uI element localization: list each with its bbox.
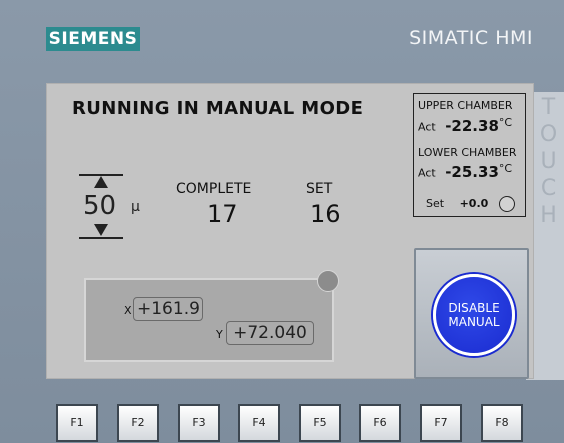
thickness-value[interactable]: 50 [83,191,116,221]
lower-act-label: Act [418,166,436,180]
arrow-up-icon [94,176,108,188]
y-position-field[interactable]: +72.040 [226,321,314,345]
upper-unit: °C [498,116,513,129]
upper-chamber-reading: Act -22.38°C [418,116,512,135]
position-knob-icon[interactable] [317,270,339,292]
disable-manual-line2: MANUAL [448,315,500,329]
lower-chamber-reading: Act -25.33°C [418,162,512,181]
chamber-set-value[interactable]: +0.0 [460,197,489,210]
f7-key[interactable]: F7 [420,404,462,442]
disable-manual-button[interactable]: DISABLE MANUAL [433,274,515,356]
complete-value: 17 [207,200,238,228]
f2-key[interactable]: F2 [117,404,159,442]
lower-chamber-label: LOWER CHAMBER [418,146,517,159]
chamber-panel: UPPER CHAMBER Act -22.38°C LOWER CHAMBER… [413,93,526,217]
thickness-bottom-bar [79,237,123,239]
set-value[interactable]: 16 [310,200,341,228]
chamber-status-indicator[interactable] [499,196,515,212]
product-title: SIMATIC HMI [409,27,533,49]
set-label: SET [306,181,333,197]
x-label: X [124,304,132,317]
mode-title: RUNNING IN MANUAL MODE [72,98,364,119]
disable-manual-line1: DISABLE [448,301,500,315]
thickness-unit: μ [131,199,140,215]
complete-label: COMPLETE [176,181,252,197]
f6-key[interactable]: F6 [359,404,401,442]
f1-key[interactable]: F1 [56,404,98,442]
upper-act-label: Act [418,120,436,134]
chamber-set-label: Set [426,197,445,210]
hmi-screen: RUNNING IN MANUAL MODE 50 μ COMPLETE 17 … [46,83,534,379]
x-position-field[interactable]: +161.9 [133,297,203,321]
lower-act-value: -25.33 [445,162,499,181]
siemens-logo: SIEMENS [46,27,140,51]
f3-key[interactable]: F3 [178,404,220,442]
disable-manual-frame: DISABLE MANUAL [414,248,529,379]
lower-unit: °C [498,162,513,175]
f4-key[interactable]: F4 [238,404,280,442]
arrow-down-icon [94,224,108,236]
upper-chamber-label: UPPER CHAMBER [418,99,513,112]
upper-act-value: -22.38 [445,116,499,135]
f8-key[interactable]: F8 [481,404,523,442]
position-panel: X +161.9 Y +72.040 [84,278,334,362]
chamber-set-row: Set +0.0 [426,197,488,210]
y-label: Y [216,328,223,341]
f5-key[interactable]: F5 [299,404,341,442]
